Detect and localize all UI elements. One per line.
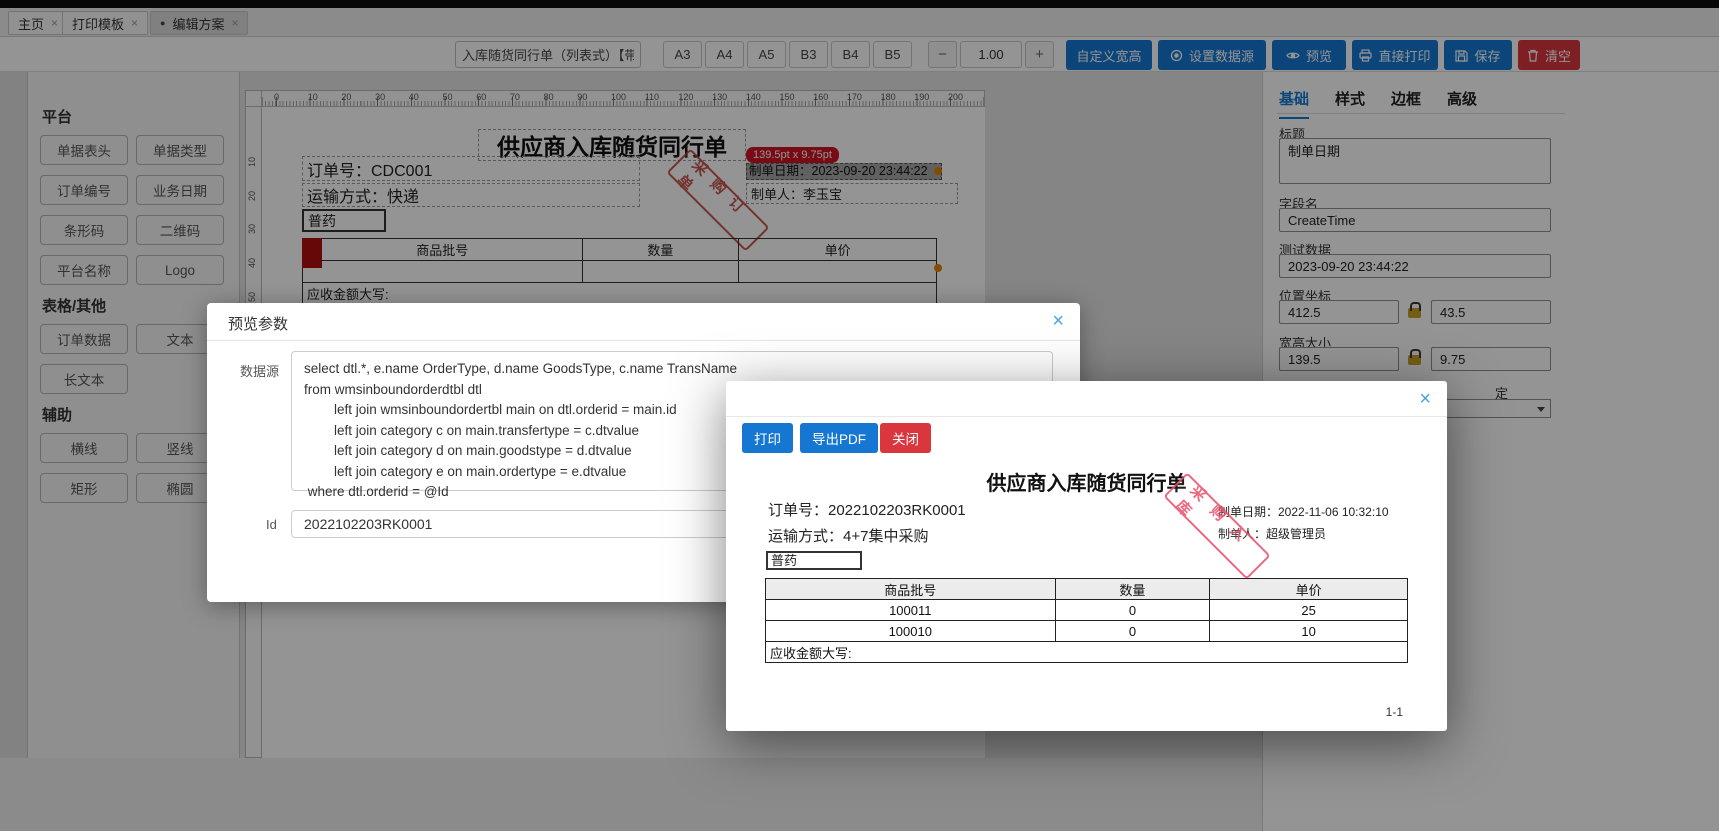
close-icon[interactable]: × [1052,310,1064,332]
preview-transport: 运输方式：4+7集中采购 [768,528,929,545]
datasource-label: 数据源 [240,364,280,379]
table-row: 100010 0 10 [765,620,1408,642]
modal-header: × [726,381,1447,417]
cell-batch: 100011 [765,599,1056,621]
table-row: 100011 0 25 [765,599,1408,621]
preview-detail-table: 商品批号 数量 单价 100011 0 25 100010 0 10 应收金额大… [765,578,1408,663]
amount-in-words: 应收金额大写: [765,641,1408,663]
modal-header: 预览参数 × [207,303,1080,341]
col-batch-no: 商品批号 [765,578,1056,600]
id-label: Id [266,517,277,532]
col-quantity: 数量 [1054,578,1211,600]
preview-doc-title: 供应商入库随货同行单 [986,473,1187,495]
page-indicator: 1-1 [1385,705,1403,719]
cell-qty: 0 [1054,620,1211,642]
close-icon[interactable]: × [1419,388,1431,410]
close-button[interactable]: 关闭 [880,423,931,453]
export-pdf-button[interactable]: 导出PDF [800,423,878,453]
preview-drug-type: 普药 [766,551,862,570]
cell-price: 25 [1209,599,1408,621]
cell-price: 10 [1209,620,1408,642]
print-button[interactable]: 打印 [742,423,793,453]
preview-make-date: 制单日期：2022-11-06 10:32:10 [1218,505,1389,519]
cell-batch: 100010 [765,620,1056,642]
preview-order-no: 订单号：2022102203RK0001 [768,502,966,519]
col-unit-price: 单价 [1209,578,1408,600]
table-header-row: 商品批号 数量 单价 [765,578,1408,600]
table-amount-row: 应收金额大写: [765,641,1408,663]
cell-qty: 0 [1054,599,1211,621]
modal-title: 预览参数 [228,316,289,333]
print-preview-modal: × 打印 导出PDF 关闭 供应商入库随货同行单 订单号：2022102203R… [726,381,1447,731]
